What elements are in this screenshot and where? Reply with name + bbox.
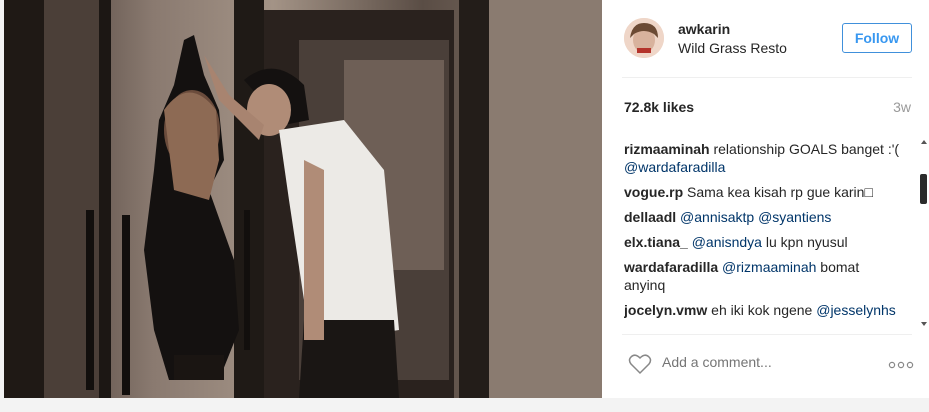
post-timestamp[interactable]: 3w	[893, 99, 911, 115]
location-link[interactable]: Wild Grass Resto	[678, 40, 787, 56]
scroll-down-arrow[interactable]	[921, 322, 927, 326]
couple-photo-image	[4, 0, 602, 398]
comment-text: Sama kea kisah rp gue karin□	[687, 184, 873, 200]
comment-mention[interactable]: @anisndya	[692, 234, 762, 250]
post-photo[interactable]	[4, 0, 602, 398]
likes-count[interactable]: 72.8k likes	[624, 99, 694, 115]
avatar[interactable]	[624, 18, 664, 58]
comment-mention[interactable]: @wardafaradilla	[624, 159, 725, 175]
divider	[622, 334, 912, 335]
comment-item: elx.tiana_ @anisndya lu kpn nyusul	[624, 233, 904, 251]
comment-username[interactable]: wardafaradilla	[624, 259, 718, 275]
add-comment-input[interactable]	[662, 354, 862, 370]
comment-username[interactable]: jocelyn.vmw	[624, 302, 707, 318]
comment-text: lu kpn nyusul	[765, 234, 848, 250]
username[interactable]: awkarin	[678, 21, 730, 37]
comment-mention[interactable]: @annisaktp @syantiens	[680, 209, 831, 225]
comment-item: dellaadl @annisaktp @syantiens	[624, 208, 904, 226]
comment-text: relationship GOALS banget :'(	[713, 141, 900, 157]
more-options-icon[interactable]	[888, 356, 914, 374]
comment-username[interactable]: vogue.rp	[624, 184, 683, 200]
comment-item: wardafaradilla @rizmaaminah bomat anyinq	[624, 258, 904, 294]
comment-mention[interactable]: @rizmaaminah	[722, 259, 816, 275]
scroll-up-arrow[interactable]	[921, 140, 927, 144]
page-bottom-strip	[0, 398, 929, 412]
comments-scrollbar[interactable]	[920, 140, 928, 330]
scroll-thumb[interactable]	[920, 174, 927, 204]
instagram-post: awkarin Wild Grass Resto Follow 72.8k li…	[4, 0, 929, 398]
comment-item: vogue.rp Sama kea kisah rp gue karin□	[624, 183, 904, 201]
comments-list: rizmaaminah relationship GOALS banget :'…	[624, 140, 904, 330]
comment-text: eh iki kok ngene	[711, 302, 813, 318]
post-sidebar: awkarin Wild Grass Resto Follow 72.8k li…	[602, 0, 929, 398]
comment-mention[interactable]: @jesselynhs	[816, 302, 896, 318]
comment-username[interactable]: elx.tiana_	[624, 234, 688, 250]
comment-item: jocelyn.vmw eh iki kok ngene @jesselynhs	[624, 301, 904, 319]
post-header: awkarin Wild Grass Resto Follow	[602, 0, 929, 78]
comment-username[interactable]: rizmaaminah	[624, 141, 710, 157]
comment-username[interactable]: dellaadl	[624, 209, 676, 225]
divider	[622, 77, 912, 78]
heart-icon[interactable]	[628, 353, 652, 375]
follow-button[interactable]: Follow	[842, 23, 912, 53]
comment-item: rizmaaminah relationship GOALS banget :'…	[624, 140, 904, 176]
avatar-image	[624, 18, 664, 58]
